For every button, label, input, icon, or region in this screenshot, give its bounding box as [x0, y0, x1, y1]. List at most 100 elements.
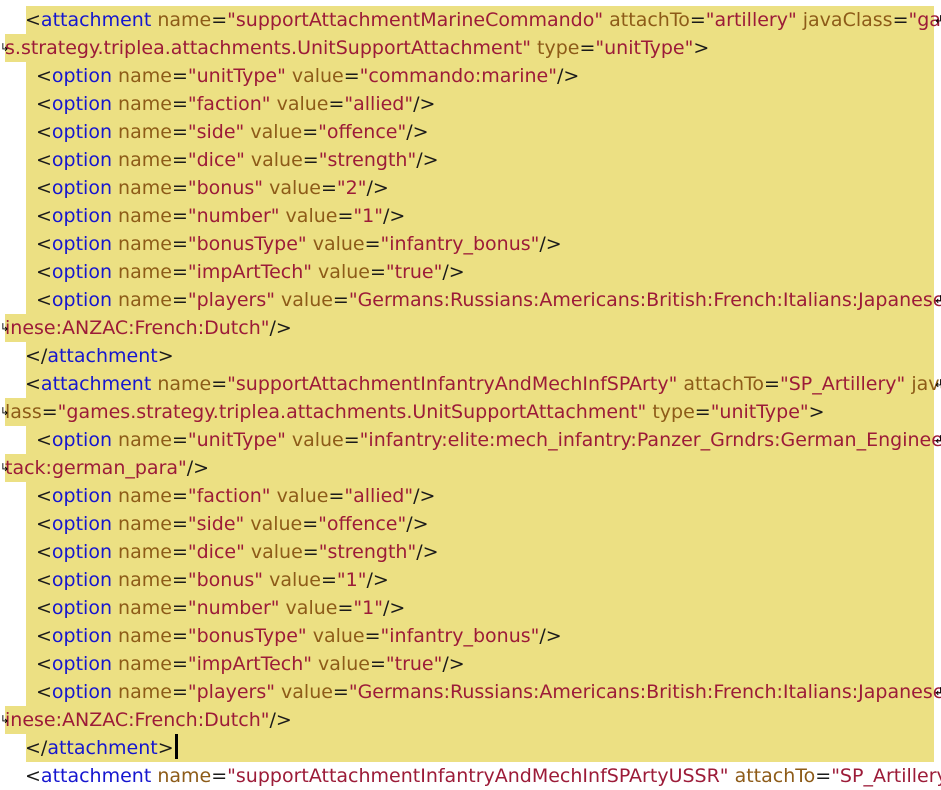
code-line[interactable]: s.strategy.triplea.attachments.UnitSuppo…	[0, 34, 941, 62]
token-p: =	[41, 401, 58, 423]
token-attr: name	[112, 289, 172, 311]
token-val: "number"	[187, 597, 280, 619]
code-line[interactable]: <option name="faction" value="allied"/>	[0, 482, 941, 510]
token-p: =	[328, 93, 345, 115]
code-text: </attachment>	[25, 342, 174, 370]
token-p: </	[25, 345, 48, 367]
token-p: =	[302, 541, 319, 563]
token-attr: value	[263, 177, 321, 199]
code-line[interactable]: <option name="faction" value="allied"/>	[0, 90, 941, 118]
code-line[interactable]: <attachment name="supportAttachmentInfan…	[0, 762, 941, 790]
token-p: =	[171, 177, 188, 199]
code-line[interactable]: <option name="unitType" value="commando:…	[0, 62, 941, 90]
code-line[interactable]: </attachment>	[0, 342, 941, 370]
token-p: =	[320, 569, 337, 591]
token-attr: type	[530, 37, 580, 59]
token-val: "artillery"	[705, 9, 797, 31]
token-p: =	[364, 233, 381, 255]
token-val: "strength"	[318, 149, 417, 171]
token-attr: name	[112, 653, 172, 675]
token-p: <	[36, 569, 52, 591]
wrap-continuation-arrow-icon: ↲	[934, 377, 941, 390]
token-p: =	[302, 121, 319, 143]
token-tag: option	[51, 65, 113, 87]
token-p: />	[269, 709, 292, 731]
code-line[interactable]: <option name="number" value="1"/>	[0, 202, 941, 230]
code-line[interactable]: <option name="side" value="offence"/>	[0, 118, 941, 146]
token-tag: option	[51, 121, 113, 143]
token-p: =	[171, 653, 188, 675]
wrap-continuation-arrow-icon: ↲	[934, 433, 941, 446]
token-val: "Germans:Russians:Americans:British:Fren…	[348, 681, 941, 703]
token-attr: value	[270, 93, 329, 115]
token-val: "number"	[187, 205, 280, 227]
token-val: "allied"	[344, 485, 414, 507]
code-line[interactable]: <option name="bonus" value="1"/>	[0, 566, 941, 594]
token-p: =	[171, 485, 188, 507]
code-line[interactable]: <option name="dice" value="strength"/>	[0, 146, 941, 174]
token-attr: name	[112, 541, 172, 563]
token-tag: option	[51, 289, 113, 311]
token-val: "bonus"	[187, 569, 264, 591]
token-p: >	[693, 37, 710, 59]
token-val: "Germans:Russians:Americans:British:Fren…	[348, 289, 941, 311]
code-line[interactable]: <option name="unitType" value="infantry:…	[0, 426, 941, 454]
xml-code-editor[interactable]: <attachment name="supportAttachmentMarin…	[0, 0, 941, 787]
token-attr: type	[646, 401, 695, 423]
code-line[interactable]: <option name="side" value="offence"/>	[0, 510, 941, 538]
token-tag: option	[51, 177, 113, 199]
code-line[interactable]: <option name="impArtTech" value="true"/>	[0, 650, 941, 678]
code-line[interactable]: <attachment name="supportAttachmentMarin…	[0, 6, 941, 34]
token-val: "SP_Artillery"	[831, 765, 941, 787]
token-val: "supportAttachmentInfantryAndMechInfSPAr…	[227, 373, 678, 395]
token-val: tack:german_para"	[5, 457, 187, 479]
token-p: <	[36, 541, 52, 563]
token-attr: name	[112, 625, 172, 647]
token-p: <	[36, 261, 52, 283]
code-text: <option name="side" value="offence"/>	[36, 510, 429, 538]
token-p: />	[556, 65, 580, 87]
token-p: />	[539, 625, 562, 647]
token-val: "bonus"	[187, 177, 264, 199]
token-val: "impArtTech"	[187, 653, 313, 675]
token-val: "bonusType"	[187, 233, 307, 255]
wrap-start-arrow-icon: ↳	[0, 41, 10, 54]
token-p: />	[442, 653, 465, 675]
token-p: <	[36, 149, 52, 171]
code-line[interactable]: <option name="dice" value="strength"/>	[0, 538, 941, 566]
token-tag: option	[51, 569, 113, 591]
token-p: />	[416, 149, 439, 171]
code-line[interactable]: <option name="bonusType" value="infantry…	[0, 622, 941, 650]
code-line[interactable]: <option name="number" value="1"/>	[0, 594, 941, 622]
token-attr: name	[112, 93, 172, 115]
code-line[interactable]: tack:german_para"/> ↳	[0, 454, 941, 482]
token-tag: option	[51, 653, 113, 675]
token-p: =	[332, 289, 349, 311]
token-p: =	[171, 93, 188, 115]
wrap-continuation-arrow-icon: ↲	[934, 685, 941, 698]
token-tag: option	[51, 485, 113, 507]
code-text: <option name="unitType" value="commando:…	[36, 62, 579, 90]
code-line[interactable]: inese:ANZAC:French:Dutch"/> ↳	[0, 706, 941, 734]
code-line[interactable]: <attachment name="supportAttachmentInfan…	[0, 370, 941, 398]
token-p: =	[328, 485, 345, 507]
token-p: <	[36, 597, 52, 619]
token-val: "true"	[385, 653, 443, 675]
code-line[interactable]: <option name="bonusType" value="infantry…	[0, 230, 941, 258]
code-line[interactable]: lass="games.strategy.triplea.attachments…	[0, 398, 941, 426]
code-line[interactable]: <option name="players" value="Germans:Ru…	[0, 678, 941, 706]
token-attr: value	[312, 261, 370, 283]
token-p: =	[369, 653, 386, 675]
token-p: />	[413, 93, 436, 115]
token-val: "players"	[187, 289, 275, 311]
code-line[interactable]: <option name="bonus" value="2"/>	[0, 174, 941, 202]
token-val: "1"	[353, 597, 383, 619]
code-line[interactable]: inese:ANZAC:French:Dutch"/> ↳	[0, 314, 941, 342]
token-tag: option	[51, 233, 113, 255]
code-line[interactable]: <option name="impArtTech" value="true"/>	[0, 258, 941, 286]
code-line[interactable]: </attachment>	[0, 734, 941, 762]
code-line[interactable]: <option name="players" value="Germans:Ru…	[0, 286, 941, 314]
token-attr: name	[151, 9, 212, 31]
token-p: <	[36, 177, 52, 199]
token-p: </	[25, 737, 48, 759]
